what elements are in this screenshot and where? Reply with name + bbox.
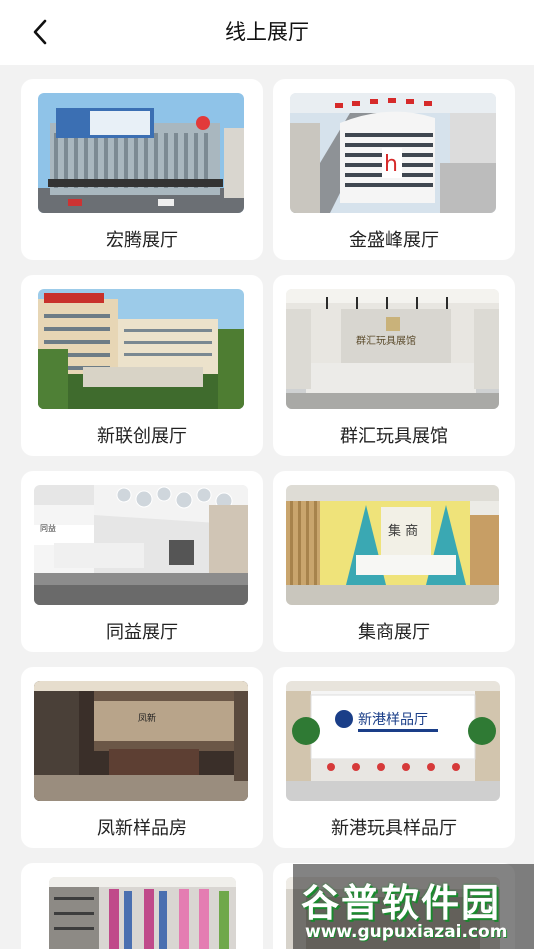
hall-card[interactable]: 宏腾展厅 bbox=[21, 79, 263, 260]
hall-photo bbox=[49, 877, 236, 949]
svg-text:同益: 同益 bbox=[40, 523, 56, 533]
svg-text:集 商: 集 商 bbox=[388, 523, 418, 539]
hall-name: 同益展厅 bbox=[106, 622, 178, 643]
svg-text:h: h bbox=[384, 152, 398, 177]
hall-name: 群汇玩具展馆 bbox=[340, 426, 448, 447]
top-nav-bar: 线上展厅 bbox=[0, 0, 534, 65]
watermark-title: 谷普软件园 bbox=[301, 881, 502, 925]
hall-name: 集商展厅 bbox=[358, 622, 430, 643]
hall-photo bbox=[38, 289, 244, 409]
hall-card[interactable]: 群汇玩具展馆 群汇玩具展馆 bbox=[273, 275, 515, 456]
hall-card[interactable]: 集 商 集商展厅 bbox=[273, 471, 515, 652]
hall-card[interactable]: h 金盛峰展厅 bbox=[273, 79, 515, 260]
hall-card[interactable] bbox=[21, 863, 263, 949]
hall-card[interactable]: 同益 同益展厅 bbox=[21, 471, 263, 652]
hall-name: 新港玩具样品厅 bbox=[331, 818, 457, 839]
hall-name: 宏腾展厅 bbox=[106, 230, 178, 251]
hall-name: 新联创展厅 bbox=[97, 426, 187, 447]
svg-text:群汇玩具展馆: 群汇玩具展馆 bbox=[356, 334, 416, 347]
watermark-overlay: 谷普软件园 www.gupuxiazai.com bbox=[293, 864, 534, 949]
hall-photo: 群汇玩具展馆 bbox=[286, 289, 499, 409]
hall-card[interactable]: 新港样品厅 新港玩具样品厅 bbox=[273, 667, 515, 848]
svg-text:凤新: 凤新 bbox=[138, 712, 156, 724]
hall-photo: 集 商 bbox=[286, 485, 499, 605]
hall-photo bbox=[38, 93, 244, 213]
hall-photo: h bbox=[290, 93, 496, 213]
watermark-url: www.gupuxiazai.com bbox=[305, 922, 508, 942]
hall-name: 凤新样品房 bbox=[97, 818, 187, 839]
hall-name: 金盛峰展厅 bbox=[349, 230, 439, 251]
page-title: 线上展厅 bbox=[225, 20, 309, 44]
hall-photo: 同益 bbox=[34, 485, 248, 605]
hall-photo: 新港样品厅 bbox=[286, 681, 500, 801]
svg-text:新港样品厅: 新港样品厅 bbox=[358, 712, 428, 728]
hall-photo: 凤新 bbox=[34, 681, 248, 801]
hall-card[interactable]: 凤新 凤新样品房 bbox=[21, 667, 263, 848]
hall-card[interactable]: 新联创展厅 bbox=[21, 275, 263, 456]
